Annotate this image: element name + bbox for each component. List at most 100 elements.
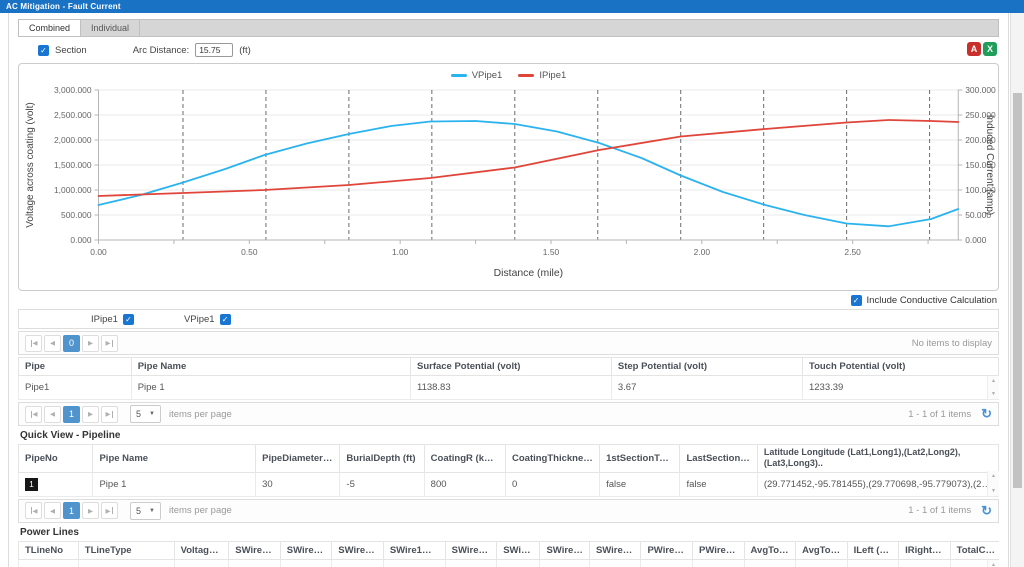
page-size-dropdown[interactable]: 5 ▼ bbox=[130, 405, 161, 423]
last-page-button[interactable]: ▶ bbox=[101, 335, 118, 352]
pipeline-grid-pager: ◀ ◀ 1 ▶ ▶ 5 ▼ items per page 1 - 1 of 1 … bbox=[18, 499, 999, 523]
svg-text:Induced Current (amp): Induced Current (amp) bbox=[984, 115, 995, 215]
row-header-badge[interactable]: 1 bbox=[25, 478, 38, 491]
column-header[interactable]: SWire2R (o... bbox=[540, 541, 589, 559]
column-header[interactable]: Touch Potential (volt) bbox=[802, 358, 998, 376]
svg-text:0.50: 0.50 bbox=[241, 247, 258, 257]
page-scrollbar[interactable] bbox=[1010, 13, 1024, 567]
column-header[interactable]: Surface Potential (volt) bbox=[410, 358, 611, 376]
prev-page-button[interactable]: ◀ bbox=[44, 335, 61, 352]
legend-item[interactable]: IPipe1 bbox=[518, 70, 566, 81]
tabstrip: Combined Individual bbox=[18, 19, 999, 37]
column-header[interactable]: SWire2Dep... bbox=[445, 541, 497, 559]
grid-scrollbar[interactable]: ▲ ▼ bbox=[987, 471, 999, 496]
refresh-icon[interactable]: ↻ bbox=[981, 503, 992, 519]
column-header[interactable]: BurialDepth (ft) bbox=[340, 445, 424, 473]
table-cell: Pipe 1 bbox=[93, 472, 256, 496]
page-size-dropdown[interactable]: 5 ▼ bbox=[130, 502, 161, 520]
pager-status: No items to display bbox=[912, 338, 992, 349]
first-page-button[interactable]: ◀ bbox=[25, 406, 42, 423]
series-toggles-panel: IPipe1 ✓ VPipe1 ✓ bbox=[18, 309, 999, 329]
table-cell: 0 bbox=[506, 472, 600, 496]
prev-page-button[interactable]: ◀ bbox=[44, 502, 61, 519]
column-header[interactable]: Step Potential (volt) bbox=[611, 358, 802, 376]
excel-export-icon[interactable]: X bbox=[983, 42, 997, 56]
table-cell: 12000 bbox=[847, 559, 899, 567]
grid-scrollbar[interactable]: ▲ ▼ bbox=[987, 560, 999, 567]
legend-item[interactable]: VPipe1 bbox=[451, 70, 503, 81]
column-header[interactable]: PipeDiameter (inch) bbox=[256, 445, 340, 473]
table-cell: 1 bbox=[19, 472, 93, 496]
table-cell: 3.67 bbox=[611, 376, 802, 400]
column-header[interactable]: SWire1Hei... bbox=[280, 541, 332, 559]
table-cell: Horizontal(Circuit bbox=[78, 559, 174, 567]
prev-page-button[interactable]: ◀ bbox=[44, 406, 61, 423]
ipipe-checkbox[interactable]: ✓ bbox=[123, 314, 134, 325]
column-header[interactable]: Latitude Longitude (Lat1,Long1),(Lat2,Lo… bbox=[757, 445, 998, 473]
table-cell: 800 bbox=[424, 472, 505, 496]
column-header[interactable]: LastSectionTerminat... bbox=[680, 445, 757, 473]
tab-combined[interactable]: Combined bbox=[19, 20, 81, 36]
column-header[interactable]: Pipe Name bbox=[131, 358, 410, 376]
next-page-button[interactable]: ▶ bbox=[82, 406, 99, 423]
pdf-export-icon[interactable]: A bbox=[967, 42, 981, 56]
column-header[interactable]: CoatingR (kohm-ft2) bbox=[424, 445, 505, 473]
column-header[interactable]: Voltage(kV) bbox=[174, 541, 229, 559]
svg-text:0.00: 0.00 bbox=[90, 247, 107, 257]
table-row: Pipe1Pipe 11138.833.671233.39 bbox=[19, 376, 999, 400]
next-page-button[interactable]: ▶ bbox=[82, 335, 99, 352]
column-header[interactable]: PWire1Hei... bbox=[693, 541, 745, 559]
column-header[interactable]: CoatingThickness (inch) bbox=[506, 445, 600, 473]
column-header[interactable]: PWire1De... bbox=[641, 541, 693, 559]
column-header[interactable]: TLineType bbox=[78, 541, 174, 559]
scroll-down-icon[interactable]: ▼ bbox=[991, 488, 996, 494]
first-page-button[interactable]: ◀ bbox=[25, 335, 42, 352]
include-conductive-checkbox[interactable]: ✓ bbox=[851, 295, 862, 306]
results-grid: PipePipe NameSurface Potential (volt)Ste… bbox=[18, 357, 999, 400]
chart-legend: VPipe1 IPipe1 bbox=[19, 68, 998, 82]
arc-distance-input[interactable] bbox=[195, 43, 233, 57]
next-page-button[interactable]: ▶ bbox=[82, 502, 99, 519]
vpipe-checkbox[interactable]: ✓ bbox=[220, 314, 231, 325]
current-page-button[interactable]: 0 bbox=[63, 335, 80, 352]
last-page-button[interactable]: ▶ bbox=[101, 406, 118, 423]
tab-individual[interactable]: Individual bbox=[81, 20, 140, 36]
current-page-button[interactable]: 1 bbox=[63, 502, 80, 519]
section-checkbox[interactable]: ✓ bbox=[38, 45, 49, 56]
table-cell: 3.6 bbox=[540, 559, 589, 567]
svg-text:2,500.000: 2,500.000 bbox=[54, 110, 92, 120]
scroll-down-icon[interactable]: ▼ bbox=[991, 391, 996, 397]
column-header[interactable]: Pipe Name bbox=[93, 445, 256, 473]
column-header[interactable]: AvgTower... bbox=[796, 541, 848, 559]
scroll-up-icon[interactable]: ▲ bbox=[991, 562, 996, 567]
line-chart: 0.000500.0001,000.0001,500.0002,000.0002… bbox=[19, 82, 998, 286]
column-header[interactable]: SWire1Dep... bbox=[229, 541, 281, 559]
table-cell: 30 bbox=[256, 472, 340, 496]
check-icon: ✓ bbox=[220, 314, 231, 325]
page-scrollbar-thumb[interactable] bbox=[1013, 93, 1022, 488]
column-header[interactable]: TLineNo bbox=[19, 541, 79, 559]
column-header[interactable]: 1stSectionTerminated bbox=[600, 445, 680, 473]
chevron-down-icon: ▼ bbox=[149, 411, 155, 417]
column-header[interactable]: TotalCurre... bbox=[950, 541, 999, 559]
scroll-up-icon[interactable]: ▲ bbox=[991, 378, 996, 384]
column-header[interactable]: SWire2GM... bbox=[589, 541, 641, 559]
table-cell: -5 bbox=[340, 472, 424, 496]
column-header[interactable]: SWire2Hei... bbox=[497, 541, 540, 559]
refresh-icon[interactable]: ↻ bbox=[981, 406, 992, 422]
items-per-page-label: items per page bbox=[169, 505, 232, 516]
column-header[interactable]: SWire1R (u... bbox=[332, 541, 384, 559]
column-header[interactable]: Pipe bbox=[19, 358, 132, 376]
column-header[interactable]: AvgTowerS... bbox=[744, 541, 796, 559]
table-cell: 72 bbox=[497, 559, 540, 567]
current-page-button[interactable]: 1 bbox=[63, 406, 80, 423]
scroll-up-icon[interactable]: ▲ bbox=[991, 473, 996, 479]
column-header[interactable]: SWire1GMR (in... bbox=[383, 541, 445, 559]
grid-scrollbar[interactable]: ▲ ▼ bbox=[987, 376, 999, 399]
column-header[interactable]: IRight (amp) bbox=[899, 541, 951, 559]
svg-text:2.00: 2.00 bbox=[694, 247, 711, 257]
first-page-button[interactable]: ◀ bbox=[25, 502, 42, 519]
column-header[interactable]: PipeNo bbox=[19, 445, 93, 473]
column-header[interactable]: ILeft (amp) bbox=[847, 541, 899, 559]
last-page-button[interactable]: ▶ bbox=[101, 502, 118, 519]
